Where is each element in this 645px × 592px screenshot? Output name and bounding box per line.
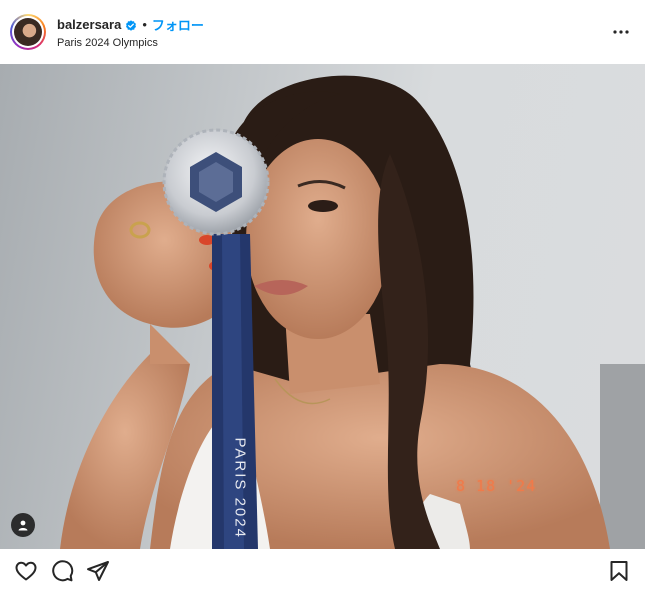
post-meta: balzersara • フォロー Paris 2024 Olympics	[57, 16, 204, 49]
verified-badge-icon	[125, 19, 137, 31]
separator-dot: •	[142, 17, 147, 32]
username[interactable]: balzersara	[57, 17, 121, 32]
more-options-icon[interactable]	[609, 20, 633, 44]
avatar[interactable]	[10, 14, 46, 50]
photo-scene	[60, 75, 645, 549]
post-actions	[0, 549, 645, 592]
post-header: balzersara • フォロー Paris 2024 Olympics	[0, 0, 645, 64]
bookmark-icon[interactable]	[605, 557, 633, 585]
avatar-image	[14, 18, 42, 46]
comment-icon[interactable]	[48, 557, 76, 585]
share-icon[interactable]	[84, 557, 112, 585]
instagram-post: balzersara • フォロー Paris 2024 Olympics PA…	[0, 0, 645, 592]
post-photo[interactable]: PARIS 2024 8 18 '24	[0, 64, 645, 549]
heart-icon[interactable]	[12, 557, 40, 585]
ribbon-text: PARIS 2024	[231, 437, 249, 539]
date-stamp: 8 18 '24	[456, 477, 537, 495]
follow-button[interactable]: フォロー	[152, 15, 204, 34]
location-link[interactable]: Paris 2024 Olympics	[57, 37, 204, 49]
user-tag-icon[interactable]	[11, 513, 35, 537]
